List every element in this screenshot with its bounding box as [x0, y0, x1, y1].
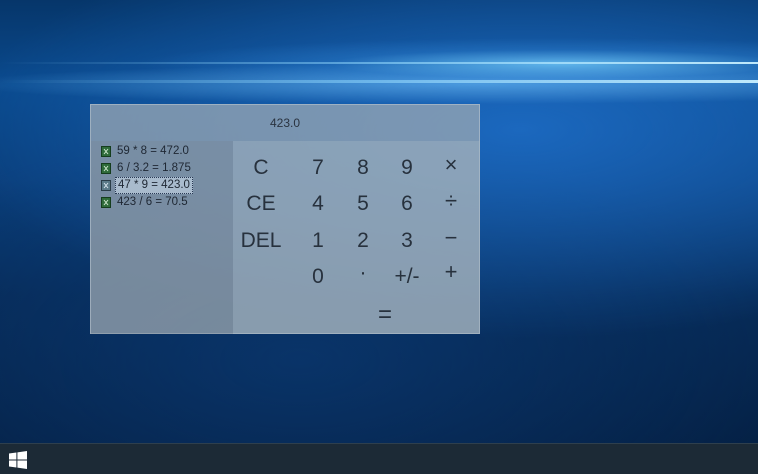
subtract-button[interactable]: −: [433, 222, 469, 254]
history-item[interactable]: 423 / 6 = 70.5: [101, 194, 233, 211]
equals-button[interactable]: =: [361, 299, 409, 331]
history-expression: 47 * 9 = 423.0: [115, 177, 193, 194]
digit-5-button[interactable]: 5: [344, 188, 382, 220]
negate-button[interactable]: +/-: [383, 261, 431, 293]
digit-8-button[interactable]: 8: [344, 152, 382, 184]
taskbar: [0, 443, 758, 474]
start-button[interactable]: [0, 444, 36, 474]
document-icon: [101, 180, 111, 191]
calculator-window: 423.0 59 * 8 = 472.0 6 / 3.2 = 1.875 47 …: [90, 104, 480, 334]
add-button[interactable]: +: [433, 256, 469, 288]
digit-3-button[interactable]: 3: [388, 225, 426, 257]
digit-2-button[interactable]: 2: [344, 225, 382, 257]
windows-logo-icon: [9, 450, 27, 469]
history-item-selected[interactable]: 47 * 9 = 423.0: [101, 177, 233, 194]
calculator-display: 423.0: [269, 116, 301, 130]
history-item[interactable]: 6 / 3.2 = 1.875: [101, 160, 233, 177]
wallpaper-light-streak: [0, 80, 758, 83]
divide-button[interactable]: ÷: [433, 185, 469, 217]
digit-4-button[interactable]: 4: [299, 188, 337, 220]
clear-button[interactable]: C: [237, 152, 285, 184]
digit-0-button[interactable]: 0: [299, 261, 337, 293]
digit-7-button[interactable]: 7: [299, 152, 337, 184]
document-icon: [101, 197, 111, 208]
digit-6-button[interactable]: 6: [388, 188, 426, 220]
digit-1-button[interactable]: 1: [299, 225, 337, 257]
decimal-button[interactable]: ·: [344, 257, 382, 289]
wallpaper-light-streak: [0, 62, 758, 64]
document-icon: [101, 146, 111, 157]
keypad: C 7 8 9 × CE 4 5 6 ÷ DEL 1 2 3 − 0 · +/-…: [233, 141, 480, 334]
history-expression: 6 / 3.2 = 1.875: [117, 162, 191, 174]
history-item[interactable]: 59 * 8 = 472.0: [101, 143, 233, 160]
clear-entry-button[interactable]: CE: [237, 188, 285, 220]
digit-9-button[interactable]: 9: [388, 152, 426, 184]
history-expression: 59 * 8 = 472.0: [117, 145, 189, 157]
document-icon: [101, 163, 111, 174]
multiply-button[interactable]: ×: [433, 149, 469, 181]
history-expression: 423 / 6 = 70.5: [117, 196, 188, 208]
delete-button[interactable]: DEL: [237, 225, 285, 257]
history-panel: 59 * 8 = 472.0 6 / 3.2 = 1.875 47 * 9 = …: [91, 141, 233, 334]
